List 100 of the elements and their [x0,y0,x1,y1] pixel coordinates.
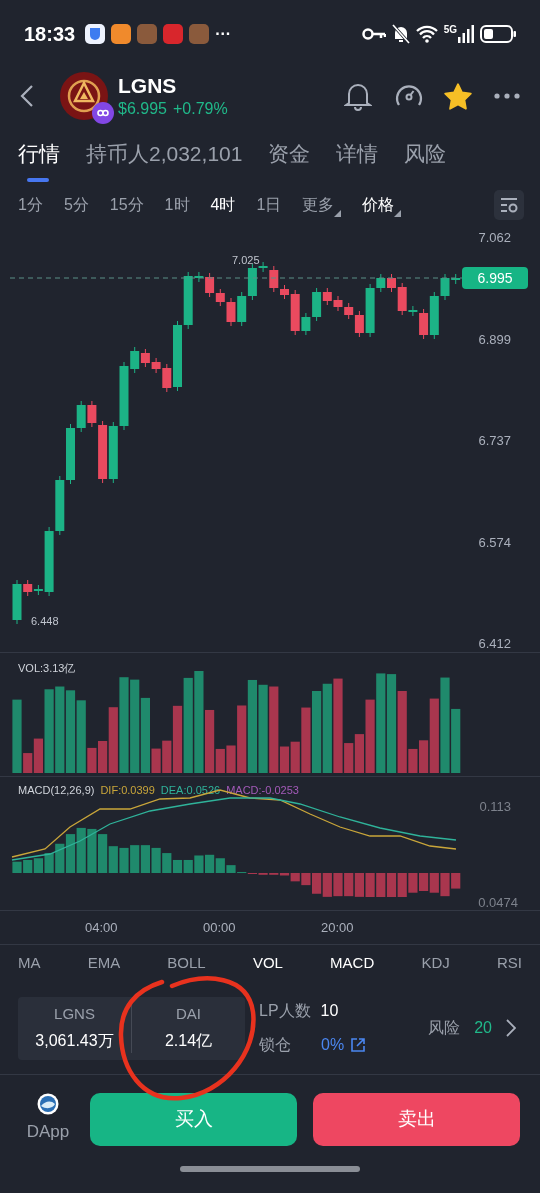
dropdown-icon [334,210,342,217]
tab[interactable]: 资金 [268,138,311,178]
axis-label: 0.113 [479,798,511,816]
candle [333,295,343,312]
indicator-tab[interactable]: MACD [330,952,375,975]
histogram-bar [76,827,86,873]
star-icon[interactable] [444,82,472,110]
histogram-bar [333,873,343,897]
interval-tab[interactable]: 15分 [109,193,144,217]
axis-label: 6.899 [478,332,511,346]
bell-off-icon [391,24,410,44]
pool-token: DAI [176,1003,201,1024]
time-label: 04:00 [85,919,118,937]
macd-value: MACD:-0.0253 [226,783,299,798]
indicator-tab[interactable]: BOLL [167,952,206,975]
histogram-bar [344,873,354,897]
histogram-bar [151,847,161,873]
more-icon[interactable] [494,93,520,99]
globe-icon [37,1093,59,1116]
low-label: 6.448 [31,614,59,629]
candle [55,475,65,536]
indicator-tab[interactable]: KDJ [421,952,450,975]
histogram-bar [322,873,332,897]
price-change: +0.79% [172,99,228,120]
histogram-bar [65,834,76,873]
histogram-bar [130,845,140,873]
histogram-bar [23,859,33,873]
lp-label: LP人数 [259,1001,311,1021]
histogram-bar [365,873,375,897]
histogram-bar [376,873,386,897]
time-label: 00:00 [203,919,236,937]
indicator-tab[interactable]: EMA [87,952,121,975]
risk-link[interactable]: 风险 20 [428,1016,516,1040]
histogram-bar [408,873,418,893]
chart-settings-button[interactable] [494,190,524,220]
risk-label: 风险 [428,1018,461,1038]
network-label: 5G [443,25,457,35]
lock-link[interactable]: 0% [321,1033,367,1057]
candle [140,348,150,368]
app-icon [137,24,158,44]
tab[interactable]: 持币人2,032,101 [86,138,243,178]
histogram-bar [183,859,193,873]
volume-label: VOL:3.13亿 [18,661,76,676]
risk-score: 20 [474,1018,492,1038]
sell-button[interactable]: 卖出 [313,1092,520,1146]
histogram-bar [205,854,215,873]
axis-label: 7.062 [478,231,511,244]
candle [237,291,247,327]
app-icon [111,24,132,44]
interval-tab[interactable]: 4时 [210,193,236,217]
dif-label: DIF:0.0399 [100,783,155,798]
histogram-bar [172,859,183,873]
histogram-bar [419,873,429,891]
indicator-tab[interactable]: VOL [252,952,283,975]
interval-tab[interactable]: 5分 [63,193,89,217]
interval-tab[interactable]: 1分 [18,193,43,217]
dapp-button[interactable]: DApp [20,1093,76,1145]
candle [108,421,118,484]
app-icon [189,24,210,44]
axis-label: 6.412 [478,637,511,650]
external-link-icon [350,1037,367,1053]
tab[interactable]: 风险 [404,138,447,178]
signal-icon [458,25,474,43]
axis-label: 0.0474 [478,894,518,912]
macd-label: MACD(12,26,9) [18,783,95,798]
chevron-right-icon [506,1019,516,1037]
axis-label: 6.737 [478,434,511,447]
lock-label: 锁仓 [259,1035,291,1055]
histogram-bar [354,873,364,897]
bell-icon[interactable] [344,81,372,111]
time-label: 20:00 [321,919,354,937]
histogram-bar [386,873,397,897]
histogram-bar [140,845,150,873]
interval-tab[interactable]: 更多 [302,193,342,217]
tab[interactable]: 详情 [336,138,379,178]
high-label: 7.025 [232,253,260,268]
histogram-bar [119,847,129,873]
histogram-bar [194,855,204,873]
pool-amount: 2.14亿 [164,1031,213,1052]
histogram-bar [397,873,407,897]
pool-token: LGNS [54,1003,95,1024]
histogram-bar [12,861,22,873]
indicator-tab[interactable]: RSI [496,952,522,975]
app-icon [85,24,106,44]
histogram-bar [87,828,97,873]
histogram-bar [429,873,439,893]
interval-tab[interactable]: 1时 [164,193,190,217]
interval-tab[interactable]: 价格 [362,193,402,217]
lp-count: 10 [320,1001,339,1021]
token-symbol: LGNS [118,72,178,99]
battery-icon [480,25,516,43]
key-icon [361,27,386,41]
axis-label: 6.574 [478,535,511,549]
dropdown-icon [394,210,402,217]
wifi-icon [415,25,438,43]
histogram-bar [33,858,43,873]
indicator-tab[interactable]: MA [18,952,41,975]
back-icon[interactable] [20,84,34,108]
dea-label: DEA:0.0526 [160,783,221,798]
interval-tab[interactable]: 1日 [256,193,282,217]
